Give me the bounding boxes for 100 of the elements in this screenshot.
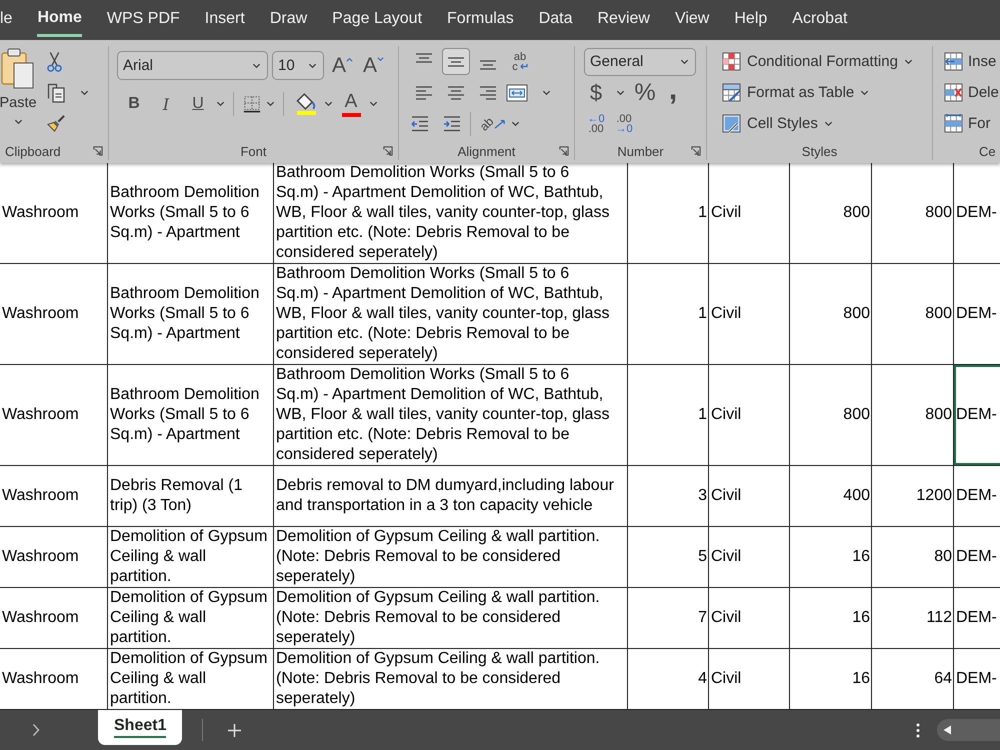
chevron-down-icon[interactable] (266, 101, 275, 107)
align-middle-icon (448, 56, 464, 66)
dialog-launcher-icon[interactable] (383, 146, 393, 156)
table-cell: 1 (628, 264, 709, 365)
merge-cells-icon[interactable] (506, 84, 528, 102)
ribbon-tab[interactable]: View (674, 0, 710, 40)
table-cell: Washroom (0, 264, 108, 365)
format-button[interactable]: For (942, 110, 992, 137)
align-button[interactable] (442, 48, 470, 75)
ribbon-tab[interactable]: le (0, 0, 12, 40)
chevron-down-icon[interactable] (216, 101, 225, 107)
grid-arrow-icon (944, 52, 963, 71)
triangle-left-icon[interactable] (943, 725, 952, 735)
paintbrush-icon[interactable] (47, 114, 66, 133)
increase-decimal-button[interactable]: .00 →0 (612, 110, 636, 137)
ribbon-tab[interactable]: Acrobat (792, 0, 848, 40)
italic-button[interactable]: I (152, 90, 180, 118)
plus-icon[interactable] (227, 722, 242, 738)
conditional-formatting-button[interactable]: Conditional Formatting (720, 48, 915, 75)
paste-button[interactable]: Paste (0, 46, 36, 139)
group-label: Ce (979, 144, 996, 158)
align-bottom-icon (480, 60, 496, 70)
orientation-button[interactable]: ab (479, 110, 508, 137)
ribbon-tab[interactable]: Draw (270, 0, 308, 40)
table-cell: 800 (872, 365, 954, 466)
group-label: Clipboard (5, 144, 61, 158)
ribbon-tab[interactable]: Home (37, 2, 82, 37)
table-cell: Civil (709, 163, 790, 264)
caret-down-icon (377, 57, 384, 62)
borders-icon[interactable] (242, 95, 262, 113)
ribbon-tab[interactable]: Data (538, 0, 572, 40)
group-label: Number (617, 144, 664, 158)
delete-button[interactable]: Dele (942, 79, 1000, 106)
highlighted-grid-icon (722, 52, 741, 71)
horizontal-scrollbar[interactable] (937, 719, 1000, 741)
bold-button[interactable]: B (120, 90, 148, 118)
dialog-launcher-icon[interactable] (691, 146, 701, 156)
chevron-down-icon[interactable] (308, 62, 317, 68)
chevron-down-icon[interactable] (511, 120, 520, 126)
decrease-decimal-button[interactable]: ←0 .00 (584, 110, 608, 137)
scissors-icon[interactable] (47, 52, 62, 72)
sheet-tab[interactable]: Sheet1 (98, 710, 182, 745)
chevron-down-icon[interactable] (14, 119, 22, 125)
ribbon-tab[interactable]: Review (598, 0, 650, 40)
align-center-icon (448, 86, 464, 100)
copy-icon[interactable] (47, 82, 65, 102)
increase-font-size-button[interactable]: A (330, 52, 356, 79)
insert-button[interactable]: Inse (942, 48, 998, 75)
underline-button[interactable]: U (184, 90, 212, 118)
number-format-dropdown[interactable]: General (584, 48, 696, 76)
chevron-right-icon[interactable] (32, 723, 40, 737)
chevron-down-icon[interactable] (252, 62, 261, 68)
chevron-down-icon[interactable] (904, 58, 913, 64)
ribbon-tab[interactable]: Insert (204, 0, 245, 40)
chevron-down-icon[interactable] (369, 101, 378, 107)
wrap-text-button[interactable]: ab c (506, 48, 534, 75)
table-cell: Debris removal to DM dumyard,including labour and transportation in a 3 ton capacity vehicle (274, 466, 628, 527)
comma-format-button[interactable]: , (661, 79, 685, 106)
chevron-down-icon[interactable] (80, 90, 89, 96)
table-cell: Civil (709, 527, 790, 588)
ribbon-tab[interactable]: WPS PDF (106, 0, 180, 40)
currency-format-button[interactable]: $ (584, 79, 608, 106)
table-cell: Washroom (0, 163, 108, 264)
dialog-launcher-icon[interactable] (93, 146, 103, 156)
percent-format-button[interactable]: % (633, 79, 657, 106)
font-size-dropdown[interactable]: 10 (272, 51, 324, 80)
chevron-down-icon[interactable] (824, 120, 833, 126)
chevron-down-icon[interactable] (542, 90, 551, 96)
table-cell: Bathroom Demolition Works (Small 5 to 6 Sq.m) - Apartment Demolition of WC, Bathtub, WB, Floor & wall tiles, vanity counter-top, glass partition etc. (Note: Debris Removal to be considered seperately) (274, 163, 628, 264)
cell-styles-button[interactable]: Cell Styles (720, 110, 835, 137)
group-label: Font (240, 144, 266, 158)
dialog-launcher-icon[interactable] (559, 146, 569, 156)
table-cell: 800 (872, 264, 954, 365)
decrease-font-size-button[interactable]: A (361, 52, 386, 79)
return-arrow-icon (518, 63, 528, 70)
font-color-button[interactable]: A (337, 90, 365, 118)
ribbon-tab[interactable]: Help (734, 0, 768, 40)
format-as-table-button[interactable]: Format as Table (720, 79, 872, 106)
chevron-down-icon[interactable] (616, 90, 625, 96)
font-name-dropdown[interactable]: Arial (117, 51, 268, 80)
table-cell: Washroom (0, 527, 108, 588)
table-cell: Civil (709, 466, 790, 527)
ribbon-tab[interactable]: Formulas (447, 0, 514, 40)
ribbon-tab[interactable]: Page Layout (332, 0, 422, 40)
clipboard-icon (1, 48, 35, 90)
grid-bar-icon (944, 114, 963, 133)
chevron-down-icon[interactable] (860, 90, 870, 96)
align-right-icon (480, 86, 496, 100)
decrease-indent-icon[interactable] (410, 114, 430, 132)
table-cell: 7 (628, 588, 709, 649)
increase-indent-icon[interactable] (442, 114, 462, 132)
table-cell: 5 (628, 527, 709, 588)
chevron-down-icon[interactable] (680, 58, 689, 64)
align-left-icon (416, 86, 432, 100)
table-cell: Washroom (0, 588, 108, 649)
table-cell: 400 (790, 466, 872, 527)
chevron-down-icon[interactable] (324, 101, 333, 107)
table-cell: DEM- (954, 264, 1000, 365)
table-cell: Debris Removal (1 trip) (3 Ton) (108, 466, 274, 527)
more-options-icon[interactable] (916, 722, 920, 738)
